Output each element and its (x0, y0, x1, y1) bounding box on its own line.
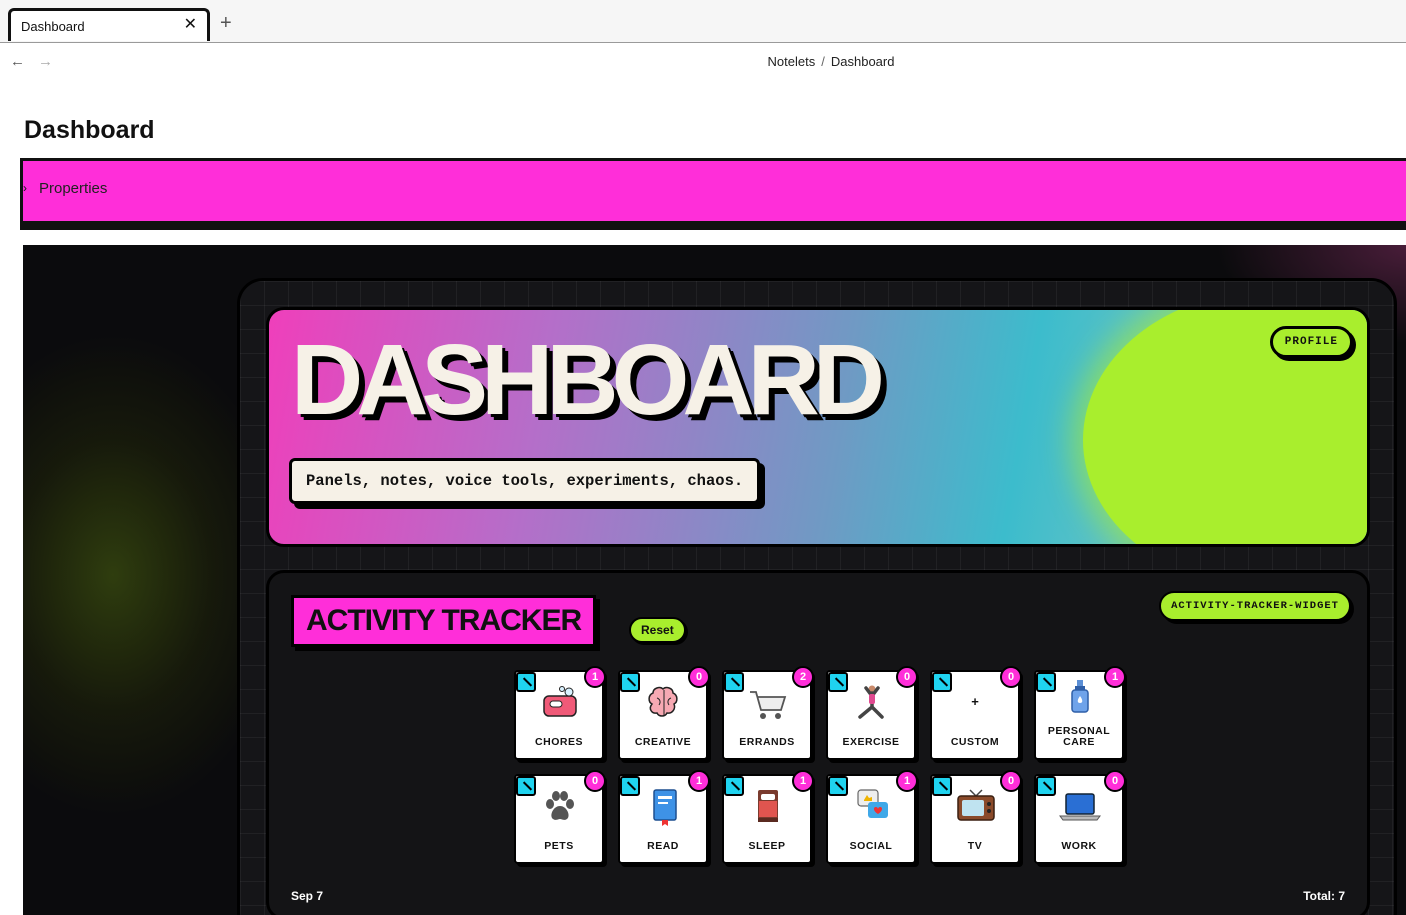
edit-icon[interactable] (932, 776, 952, 796)
edit-icon[interactable] (724, 776, 744, 796)
widget-tag[interactable]: ACTIVITY-TRACKER-WIDGET (1159, 591, 1351, 621)
count-badge: 0 (1000, 770, 1022, 792)
activity-label: TV (967, 840, 983, 852)
activity-card-custom[interactable]: 0 + CUSTOM (930, 666, 1022, 760)
count-badge: 0 (896, 666, 918, 688)
sponge-icon (543, 686, 577, 717)
edit-icon[interactable] (932, 672, 952, 692)
dashboard-canvas: DASHBOARD Panels, notes, voice tools, ex… (23, 245, 1406, 915)
edit-icon[interactable] (620, 776, 640, 796)
activity-label: READ (647, 840, 679, 852)
brain-icon (648, 686, 678, 717)
count-badge: 0 (1000, 666, 1022, 688)
tab-bar: Dashboard ✕ + (0, 0, 1406, 43)
breadcrumb-item-dashboard[interactable]: Dashboard (831, 54, 895, 69)
edit-icon[interactable] (1036, 672, 1056, 692)
edit-icon[interactable] (828, 672, 848, 692)
activity-card-read[interactable]: 1 READ (618, 770, 710, 864)
activity-card-sleep[interactable]: 1 SLEEP (722, 770, 814, 864)
tab-title: Dashboard (21, 18, 85, 34)
yoga-icon (858, 685, 884, 719)
count-badge: 1 (584, 666, 606, 688)
close-icon[interactable]: ✕ (184, 17, 197, 33)
activity-card-personal-care[interactable]: 1 PERSONAL CARE (1034, 666, 1126, 760)
book-icon (653, 789, 677, 826)
chat-bubbles-icon (857, 789, 888, 818)
activity-label: CUSTOM (950, 736, 1000, 748)
plus-icon[interactable]: + (220, 13, 232, 33)
tracker-date: Sep 7 (291, 889, 324, 903)
edit-icon[interactable] (516, 672, 536, 692)
activity-grid: 1 CHORES 0 CREATIVE 2 ERRANDS 0 EXERCISE… (514, 666, 1134, 864)
activity-card-work[interactable]: 0 WORK (1034, 770, 1126, 864)
activity-label: PETS (544, 840, 574, 852)
activity-label: SLEEP (748, 840, 786, 852)
properties-section[interactable]: › Properties (20, 158, 1406, 224)
activity-label: WORK (1061, 840, 1097, 852)
dashboard-panel: DASHBOARD Panels, notes, voice tools, ex… (237, 278, 1397, 915)
activity-label: SOCIAL (849, 840, 893, 852)
count-badge: 2 (792, 666, 814, 688)
shopping-cart-icon (750, 691, 787, 719)
hero-banner: DASHBOARD Panels, notes, voice tools, ex… (266, 307, 1370, 547)
count-badge: 0 (1104, 770, 1126, 792)
breadcrumb: Notelets / Dashboard (767, 54, 895, 69)
count-badge: 1 (688, 770, 710, 792)
count-badge: 1 (792, 770, 814, 792)
edit-icon[interactable] (1036, 776, 1056, 796)
activity-label: EXERCISE (842, 736, 900, 748)
count-badge: 0 (584, 770, 606, 792)
activity-card-exercise[interactable]: 0 EXERCISE (826, 666, 918, 760)
activity-label: CREATIVE (634, 736, 692, 748)
activity-card-chores[interactable]: 1 CHORES (514, 666, 606, 760)
activity-card-creative[interactable]: 0 CREATIVE (618, 666, 710, 760)
edit-icon[interactable] (620, 672, 640, 692)
paw-icon (546, 791, 574, 820)
hero-title: DASHBOARD (291, 324, 885, 436)
plus-icon: + (971, 694, 979, 709)
activity-label: PERSONAL CARE (1047, 725, 1111, 748)
count-badge: 1 (1104, 666, 1126, 688)
activity-label: CHORES (535, 736, 583, 748)
reset-button[interactable]: Reset (629, 617, 686, 643)
activity-card-pets[interactable]: 0 PETS (514, 770, 606, 864)
activity-card-errands[interactable]: 2 ERRANDS (722, 666, 814, 760)
bed-icon (758, 790, 778, 822)
edit-icon[interactable] (828, 776, 848, 796)
activity-card-social[interactable]: 1 SOCIAL (826, 770, 918, 864)
tracker-title: ACTIVITY TRACKER (291, 595, 597, 647)
tab-dashboard[interactable]: Dashboard ✕ (8, 8, 210, 41)
edit-icon[interactable] (724, 672, 744, 692)
lotion-bottle-icon (1071, 680, 1089, 713)
properties-label[interactable]: Properties (39, 180, 107, 197)
count-badge: 1 (896, 770, 918, 792)
nav-bar: ← → Notelets / Dashboard (0, 44, 1406, 80)
count-badge: 0 (688, 666, 710, 688)
profile-button[interactable]: PROFILE (1269, 326, 1353, 358)
activity-card-tv[interactable]: 0 TV (930, 770, 1022, 864)
tv-icon (957, 789, 995, 821)
edit-icon[interactable] (516, 776, 536, 796)
laptop-icon (1059, 793, 1101, 821)
page-title: Dashboard (24, 116, 155, 144)
breadcrumb-item-notelets[interactable]: Notelets (768, 54, 816, 69)
tracker-total: Total: 7 (1303, 889, 1345, 903)
hero-subtitle: Panels, notes, voice tools, experiments,… (289, 458, 761, 504)
chevron-right-icon[interactable]: › (23, 181, 27, 195)
activity-label: ERRANDS (739, 736, 795, 748)
activity-tracker: ACTIVITY TRACKER Reset ACTIVITY-TRACKER-… (266, 570, 1370, 915)
